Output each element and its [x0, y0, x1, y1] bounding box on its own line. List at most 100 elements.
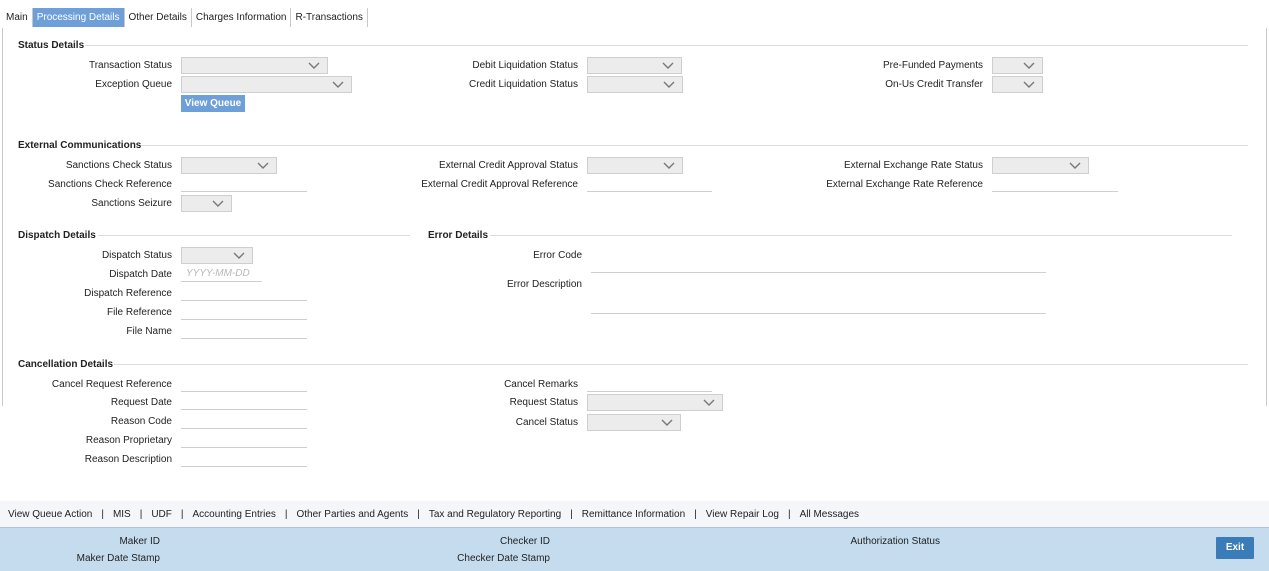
- checker-id-label: Checker ID: [499, 536, 550, 547]
- link-tax-and-regulatory-reporting[interactable]: Tax and Regulatory Reporting: [429, 509, 561, 520]
- dispatch-date-label: Dispatch Date: [109, 269, 172, 280]
- link-separator: |: [570, 508, 573, 520]
- tab-charges-information[interactable]: Charges Information: [192, 8, 292, 27]
- sanctions-seizure-select[interactable]: [181, 195, 232, 212]
- view-queue-button[interactable]: View Queue: [181, 95, 245, 112]
- link-remittance-information[interactable]: Remittance Information: [582, 509, 685, 520]
- on-us-credit-transfer-select[interactable]: [992, 76, 1043, 93]
- link-other-parties-and-agents[interactable]: Other Parties and Agents: [297, 509, 409, 520]
- tab-main[interactable]: Main: [2, 8, 33, 27]
- file-reference-input[interactable]: [181, 304, 307, 320]
- exception-queue-label: Exception Queue: [95, 79, 172, 90]
- reason-description-label: Reason Description: [84, 454, 172, 465]
- chevron-down-icon: [703, 399, 715, 406]
- file-name-label: File Name: [126, 326, 172, 337]
- reason-proprietary-input[interactable]: [181, 432, 307, 448]
- dispatch-reference-input[interactable]: [181, 285, 307, 301]
- chevron-down-icon: [233, 252, 245, 259]
- cancel-request-reference-label: Cancel Request Reference: [51, 379, 172, 390]
- audit-footer: Maker ID Maker Date Stamp Checker ID Che…: [0, 527, 1269, 571]
- cancel-remarks-label: Cancel Remarks: [504, 379, 578, 390]
- external-communications-rule: [141, 145, 1248, 146]
- external-credit-approval-status-select[interactable]: [587, 157, 683, 174]
- link-separator: |: [284, 508, 288, 520]
- sanctions-check-status-select[interactable]: [181, 157, 277, 174]
- pre-funded-payments-select[interactable]: [992, 57, 1043, 74]
- subsystem-links-bar: View Queue Action | MIS | UDF | Accounti…: [0, 501, 1269, 527]
- status-details-heading: Status Details: [18, 40, 85, 51]
- dispatch-status-label: Dispatch Status: [101, 250, 172, 261]
- link-udf[interactable]: UDF: [151, 509, 172, 520]
- request-date-input[interactable]: [181, 394, 307, 410]
- tab-r-transactions[interactable]: R-Transactions: [291, 8, 368, 27]
- transaction-status-select[interactable]: [181, 57, 328, 74]
- cancel-request-reference-input[interactable]: [181, 376, 307, 392]
- chevron-down-icon: [308, 62, 320, 69]
- error-description-label: Error Description: [506, 279, 582, 290]
- sanctions-seizure-label: Sanctions Seizure: [91, 198, 172, 209]
- external-credit-approval-reference-label: External Credit Approval Reference: [421, 179, 578, 190]
- request-status-select[interactable]: [587, 394, 723, 411]
- external-exchange-rate-reference-label: External Exchange Rate Reference: [826, 179, 983, 190]
- link-mis[interactable]: MIS: [113, 509, 131, 520]
- link-view-queue-action[interactable]: View Queue Action: [8, 509, 92, 520]
- error-code-input[interactable]: [591, 257, 1046, 273]
- file-reference-label: File Reference: [106, 307, 172, 318]
- error-code-label: Error Code: [533, 250, 582, 261]
- cancel-remarks-input[interactable]: [587, 376, 712, 392]
- reason-proprietary-label: Reason Proprietary: [85, 435, 172, 446]
- error-details-rule: [490, 235, 1232, 236]
- maker-date-stamp-label: Maker Date Stamp: [76, 553, 160, 564]
- sanctions-check-reference-label: Sanctions Check Reference: [48, 179, 172, 190]
- pre-funded-payments-label: Pre-Funded Payments: [882, 60, 983, 71]
- chevron-down-icon: [1069, 162, 1081, 169]
- dispatch-reference-label: Dispatch Reference: [84, 288, 172, 299]
- tab-other-details[interactable]: Other Details: [125, 8, 192, 27]
- link-separator: |: [139, 508, 143, 520]
- error-description-input[interactable]: [591, 276, 1046, 314]
- dispatch-date-input[interactable]: YYYY-MM-DD: [181, 266, 262, 282]
- cancel-status-select[interactable]: [587, 414, 681, 431]
- debit-liquidation-status-label: Debit Liquidation Status: [472, 60, 578, 71]
- external-credit-approval-reference-input[interactable]: [587, 176, 712, 192]
- cancellation-details-rule: [114, 364, 1248, 365]
- dispatch-status-select[interactable]: [181, 247, 253, 264]
- chevron-down-icon: [1023, 62, 1035, 69]
- chevron-down-icon: [212, 200, 224, 207]
- cancel-status-label: Cancel Status: [515, 417, 578, 428]
- maker-id-label: Maker ID: [119, 536, 160, 547]
- external-credit-approval-status-label: External Credit Approval Status: [439, 160, 578, 171]
- reason-code-input[interactable]: [181, 413, 307, 429]
- cancellation-details-heading: Cancellation Details: [18, 359, 114, 370]
- credit-liquidation-status-select[interactable]: [587, 76, 683, 93]
- checker-date-stamp-label: Checker Date Stamp: [457, 553, 550, 564]
- link-accounting-entries[interactable]: Accounting Entries: [193, 509, 276, 520]
- on-us-credit-transfer-label: On-Us Credit Transfer: [885, 79, 983, 90]
- link-separator: |: [180, 508, 184, 520]
- sanctions-check-reference-input[interactable]: [181, 176, 307, 192]
- link-all-messages[interactable]: All Messages: [800, 509, 859, 520]
- tab-processing-details[interactable]: Processing Details: [32, 8, 125, 27]
- external-exchange-rate-status-label: External Exchange Rate Status: [844, 160, 983, 171]
- external-exchange-rate-reference-input[interactable]: [992, 176, 1118, 192]
- debit-liquidation-status-select[interactable]: [587, 57, 682, 74]
- dispatch-details-rule: [98, 235, 410, 236]
- request-status-label: Request Status: [509, 397, 578, 408]
- sanctions-check-status-label: Sanctions Check Status: [65, 160, 172, 171]
- exit-button[interactable]: Exit: [1216, 537, 1254, 559]
- external-exchange-rate-status-select[interactable]: [992, 157, 1089, 174]
- chevron-down-icon: [257, 162, 269, 169]
- credit-liquidation-status-label: Credit Liquidation Status: [469, 79, 578, 90]
- request-date-label: Request Date: [110, 397, 172, 408]
- chevron-down-icon: [1023, 81, 1035, 88]
- chevron-down-icon: [663, 81, 675, 88]
- link-view-repair-log[interactable]: View Repair Log: [706, 509, 779, 520]
- reason-description-input[interactable]: [181, 451, 307, 467]
- authorization-status-label: Authorization Status: [850, 536, 941, 547]
- chevron-down-icon: [662, 62, 674, 69]
- exception-queue-select[interactable]: [181, 76, 352, 93]
- link-separator: |: [787, 508, 791, 520]
- external-communications-heading: External Communications: [18, 140, 142, 151]
- file-name-input[interactable]: [181, 323, 307, 339]
- tab-bar: Main Processing Details Other Details Ch…: [2, 8, 368, 27]
